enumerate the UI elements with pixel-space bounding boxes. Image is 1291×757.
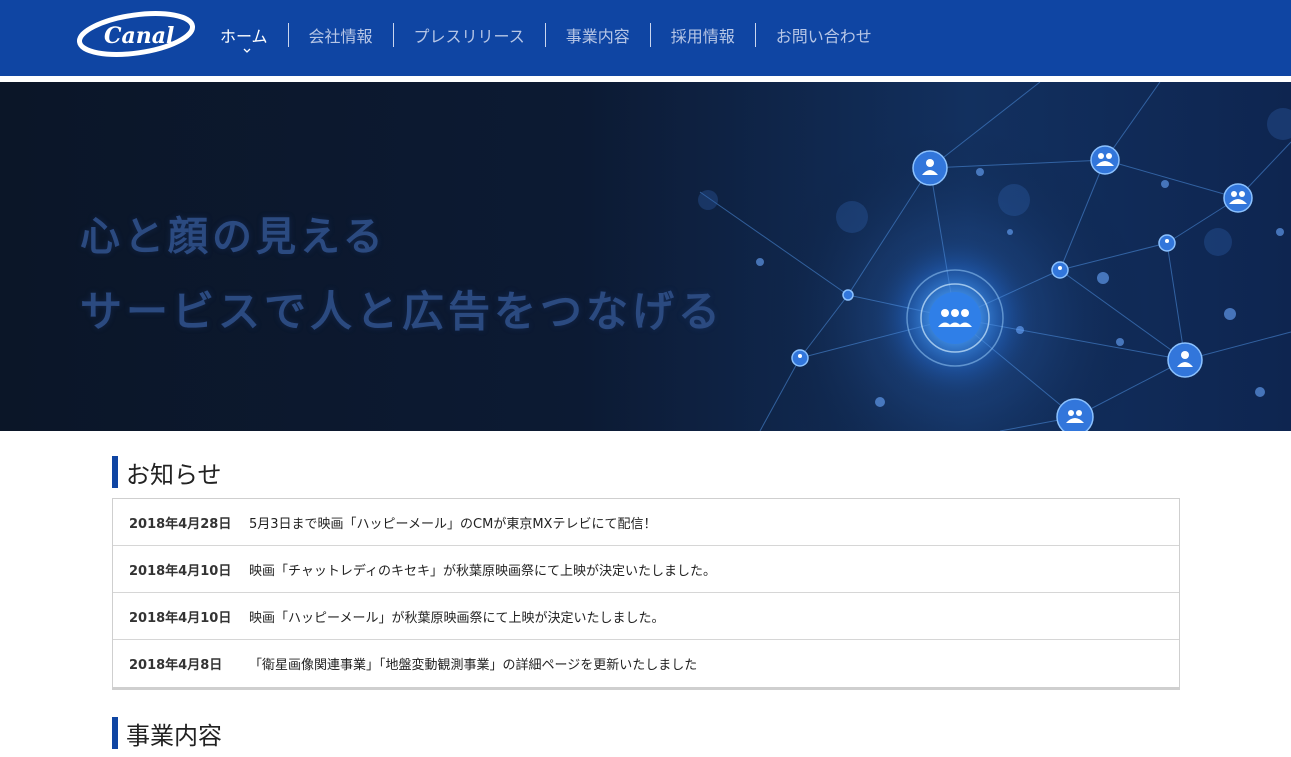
chevron-down-icon bbox=[243, 48, 251, 53]
hero-headline-line1: 心と顔の見える bbox=[80, 214, 387, 260]
nav-press-label: プレスリリース bbox=[413, 27, 525, 46]
news-date: 2018年4月8日 bbox=[129, 658, 223, 673]
nav-press[interactable]: プレスリリース bbox=[394, 22, 545, 48]
news-link[interactable]: 映画「ハッピーメール」が秋葉原映画祭にて上映が決定いたしました。 bbox=[249, 607, 664, 626]
hero-headline-line2: サービスで人と広告をつなげる bbox=[80, 287, 725, 336]
heading-accent-bar bbox=[112, 456, 118, 488]
main-nav: ホーム 会社情報 プレスリリース 事業内容 採用情報 お問い合わせ bbox=[206, 22, 892, 53]
nav-recruit[interactable]: 採用情報 bbox=[651, 22, 755, 48]
nav-home[interactable]: ホーム bbox=[206, 22, 288, 53]
nav-company[interactable]: 会社情報 bbox=[289, 22, 393, 48]
business-section-heading: 事業内容 bbox=[112, 717, 222, 750]
news-list: 2018年4月28日 5月3日まで映画「ハッピーメール」のCMが東京MXテレビに… bbox=[112, 498, 1180, 690]
news-link[interactable]: 5月3日まで映画「ハッピーメール」のCMが東京MXテレビにて配信！ bbox=[249, 513, 656, 532]
news-section-heading: お知らせ bbox=[112, 456, 222, 489]
news-link[interactable]: 「衛星画像関連事業」「地盤変動観測事業」の詳細ページを更新いたしました bbox=[249, 654, 697, 673]
nav-business[interactable]: 事業内容 bbox=[546, 22, 650, 48]
news-date: 2018年4月10日 bbox=[129, 610, 232, 626]
nav-recruit-label: 採用情報 bbox=[670, 27, 735, 46]
news-item[interactable]: 2018年4月10日 映画「ハッピーメール」が秋葉原映画祭にて上映が決定いたしま… bbox=[113, 593, 1179, 640]
news-title: お知らせ bbox=[126, 460, 222, 489]
news-item[interactable]: 2018年4月28日 5月3日まで映画「ハッピーメール」のCMが東京MXテレビに… bbox=[113, 499, 1179, 546]
nav-home-label: ホーム bbox=[220, 27, 268, 46]
svg-text:Canal: Canal bbox=[104, 23, 174, 49]
business-title: 事業内容 bbox=[126, 721, 222, 750]
site-header: Canal ホーム 会社情報 プレスリリース 事業内容 採用情報 お問い合わせ bbox=[0, 0, 1291, 76]
news-date: 2018年4月10日 bbox=[129, 563, 232, 579]
news-date: 2018年4月28日 bbox=[129, 516, 232, 532]
news-item[interactable]: 2018年4月10日 映画「チャットレディのキセキ」が秋葉原映画祭にて上映が決定… bbox=[113, 546, 1179, 593]
nav-business-label: 事業内容 bbox=[565, 27, 630, 46]
news-link[interactable]: 映画「チャットレディのキセキ」が秋葉原映画祭にて上映が決定いたしました。 bbox=[249, 560, 716, 579]
hero-banner: 心と顔の見える サービスで人と広告をつなげる bbox=[0, 82, 1291, 431]
news-item[interactable]: 2018年4月8日 「衛星画像関連事業」「地盤変動観測事業」の詳細ページを更新い… bbox=[113, 640, 1179, 687]
nav-contact[interactable]: お問い合わせ bbox=[756, 22, 892, 48]
heading-accent-bar bbox=[112, 717, 118, 749]
nav-company-label: 会社情報 bbox=[308, 27, 373, 46]
nav-contact-label: お問い合わせ bbox=[775, 27, 872, 46]
canal-logo[interactable]: Canal bbox=[76, 10, 196, 58]
